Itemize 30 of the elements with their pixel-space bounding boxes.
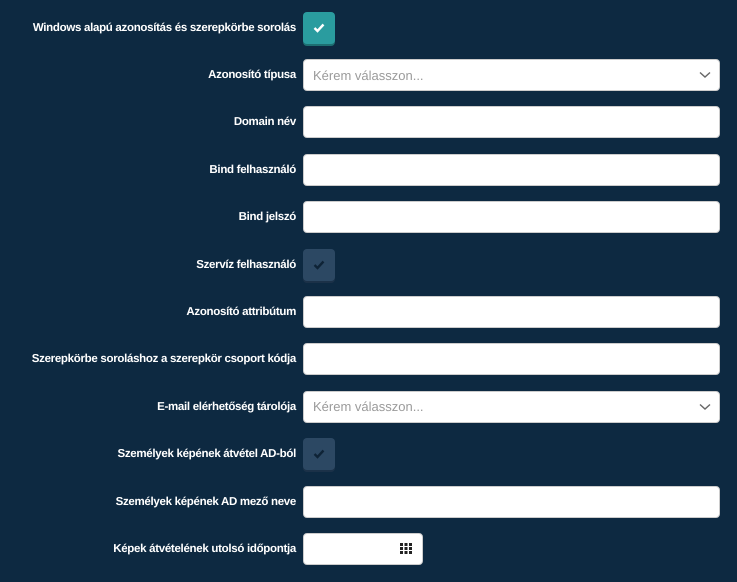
field-label: Azonosító attribútum bbox=[186, 306, 296, 318]
field-label: Azonosító típusa bbox=[208, 69, 296, 82]
checkbox[interactable] bbox=[303, 12, 335, 44]
check-icon bbox=[313, 449, 325, 460]
select-field[interactable]: Kérem válasszon... bbox=[303, 59, 720, 92]
field-label: Windows alapú azonosítás és szerepkörbe sorolás bbox=[32, 22, 296, 34]
field-label: Bind felhasználó bbox=[209, 164, 296, 176]
field-label: Domain név bbox=[234, 116, 296, 128]
field-label: E-mail elérhetőség tárolója bbox=[157, 400, 296, 413]
field-label: Szerepkörbe soroláshoz a szerepkör csoport kódja bbox=[32, 353, 296, 366]
text-field[interactable] bbox=[303, 296, 720, 328]
text-field[interactable] bbox=[303, 343, 720, 376]
field-label: Személyek képének átvétel AD-ból bbox=[117, 448, 296, 460]
field-label: Szervíz felhasználó bbox=[196, 258, 296, 271]
field-label: Személyek képének AD mező neve bbox=[116, 496, 296, 508]
field-label: Képek átvételének utolsó időpontja bbox=[113, 542, 296, 555]
date-field[interactable] bbox=[303, 532, 423, 565]
checkbox[interactable] bbox=[303, 438, 335, 470]
chevron-down-icon bbox=[699, 402, 711, 411]
check-icon bbox=[313, 260, 325, 270]
text-field[interactable] bbox=[303, 486, 720, 518]
select-field[interactable]: Kérem válasszon... bbox=[303, 390, 720, 423]
text-field[interactable] bbox=[303, 201, 720, 234]
checkbox[interactable] bbox=[303, 248, 335, 281]
calendar-icon bbox=[400, 543, 412, 554]
check-icon bbox=[313, 22, 325, 33]
chevron-down-icon bbox=[699, 71, 711, 80]
text-field[interactable] bbox=[303, 154, 720, 186]
field-label: Bind jelszó bbox=[238, 211, 296, 224]
text-field[interactable] bbox=[303, 106, 720, 138]
